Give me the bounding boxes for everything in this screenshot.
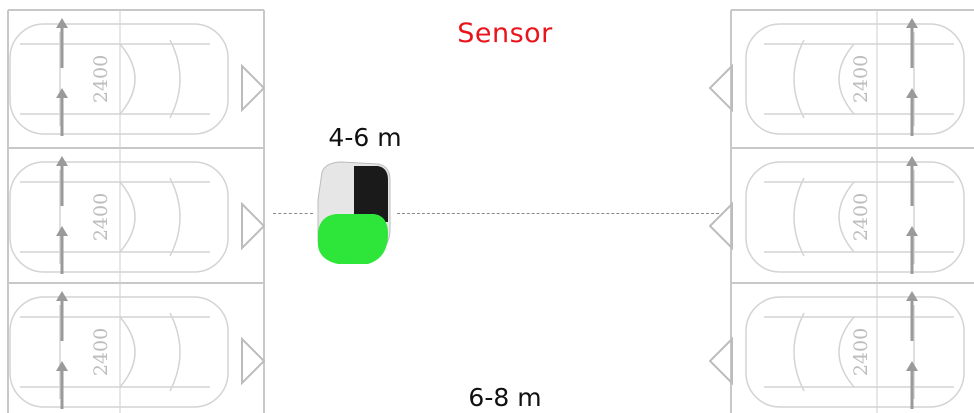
left-dimension-arrows [56,18,68,136]
right-bay-marker-icon [709,63,733,113]
left-bay-marker-icon [241,336,265,386]
right-dimension-arrows [906,18,918,136]
right-bay-marker-icon [709,336,733,386]
right-dashed-line [397,213,719,214]
left-bay-marker-icon [241,201,265,251]
right-parking-bays: 2400 2400 2400 [709,0,974,413]
left-bay-width-label: 2400 [90,55,112,103]
left-car-3 [9,296,229,408]
sensor-led [318,214,388,264]
right-dimension-arrows [906,291,918,409]
right-bay-width-label: 2400 [850,55,872,103]
left-parking-bays: 2400 2400 2400 [0,0,265,413]
left-car-1 [9,23,229,135]
left-dimension-arrows [56,291,68,409]
right-dimension-arrows [906,156,918,274]
sensor-device-icon [317,161,391,264]
right-bay-width-label: 2400 [850,193,872,241]
right-bay-width-label: 2400 [850,328,872,376]
left-bay-marker-icon [241,63,265,113]
near-range-label: 4-6 m [328,123,402,152]
sensor-panel [354,166,388,222]
diagram-title: Sensor [457,18,553,49]
left-bay-width-label: 2400 [90,328,112,376]
right-bay-marker-icon [709,201,733,251]
left-dimension-arrows [56,156,68,274]
far-range-label: 6-8 m [468,383,542,412]
left-car-2 [9,161,229,273]
left-bay-width-label: 2400 [90,193,112,241]
left-dashed-line [273,213,313,214]
